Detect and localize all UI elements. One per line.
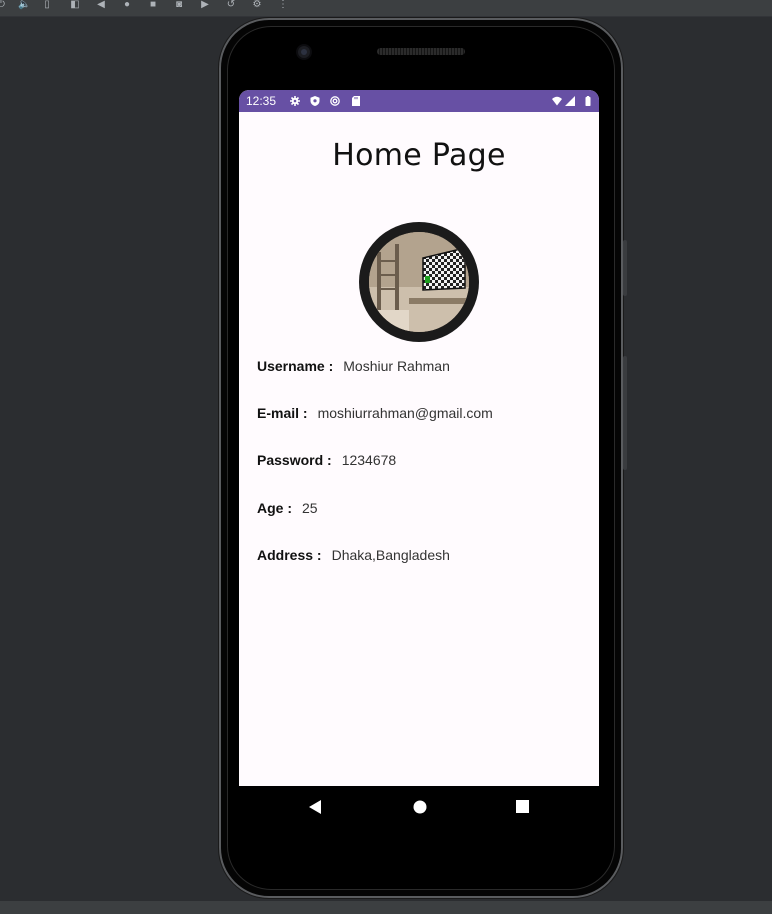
username-row: Username : Moshiur Rahman <box>257 358 450 374</box>
power-icon[interactable]: ⏻ <box>0 0 6 10</box>
email-value: moshiurrahman@gmail.com <box>317 405 493 421</box>
earpiece-speaker <box>377 48 465 55</box>
rotate-left-icon[interactable]: ◧ <box>70 0 80 10</box>
record-icon[interactable]: ▶ <box>200 0 210 10</box>
navigation-bar <box>239 786 599 830</box>
profile-avatar[interactable] <box>359 222 479 342</box>
page-title: Home Page <box>332 138 506 173</box>
password-value: 1234678 <box>341 452 397 468</box>
status-bar: 12:35 <box>239 90 599 112</box>
address-label: Address : <box>257 547 322 563</box>
back-icon[interactable] <box>309 800 321 814</box>
settings-icon[interactable]: ⚙ <box>252 0 262 10</box>
age-label: Age : <box>257 500 292 516</box>
emulator-bottom-bar <box>0 901 772 914</box>
volume-down-icon[interactable]: ▯ <box>42 0 52 10</box>
age-value: 25 <box>302 500 318 516</box>
front-camera <box>298 46 310 58</box>
username-value: Moshiur Rahman <box>343 358 450 374</box>
app-screen: 12:35 Home Page Username: Moshiur Rahma… <box>239 90 599 786</box>
battery-icon <box>585 96 591 106</box>
phone-frame: 12:35 Home Page Username: Moshiur Rahma… <box>219 18 627 898</box>
status-time: 12:35 <box>246 94 277 108</box>
address-value: Dhaka,Bangladesh <box>331 547 450 563</box>
wifi-icon <box>552 96 562 106</box>
camera-icon[interactable]: ◙ <box>174 0 184 10</box>
volume-side-button[interactable] <box>623 356 627 470</box>
emulator-toolbar: ⏻ 🔈 ▯ ◧ ◀ ● ■ ◙ ▶ ↺ ⚙ ⋮ <box>0 0 772 17</box>
more-icon[interactable]: ⋮ <box>278 0 288 10</box>
gear-icon <box>290 96 300 106</box>
signal-icon <box>565 96 575 106</box>
shield-icon <box>310 96 320 106</box>
profile-photo <box>369 232 469 332</box>
power-side-button[interactable] <box>623 240 627 296</box>
home-icon[interactable] <box>413 800 427 814</box>
email-row: E-mail : moshiurrahman@gmail.com <box>257 405 493 421</box>
age-row: Age : 25 <box>257 500 318 516</box>
home-icon[interactable]: ● <box>122 0 132 10</box>
address-row: Address : Dhaka,Bangladesh <box>257 547 450 563</box>
password-label: Password : <box>257 452 332 468</box>
volume-up-icon[interactable]: 🔈 <box>18 0 30 10</box>
email-label: E-mail : <box>257 405 308 421</box>
sd-card-icon <box>352 96 360 106</box>
recents-icon[interactable] <box>516 800 529 813</box>
at-sign-icon <box>330 96 340 106</box>
username-label: Username : <box>257 358 334 374</box>
overview-icon[interactable]: ■ <box>148 0 158 10</box>
password-row: Password : 1234678 <box>257 452 396 468</box>
back-icon[interactable]: ◀ <box>96 0 106 10</box>
snapshot-icon[interactable]: ↺ <box>226 0 236 10</box>
